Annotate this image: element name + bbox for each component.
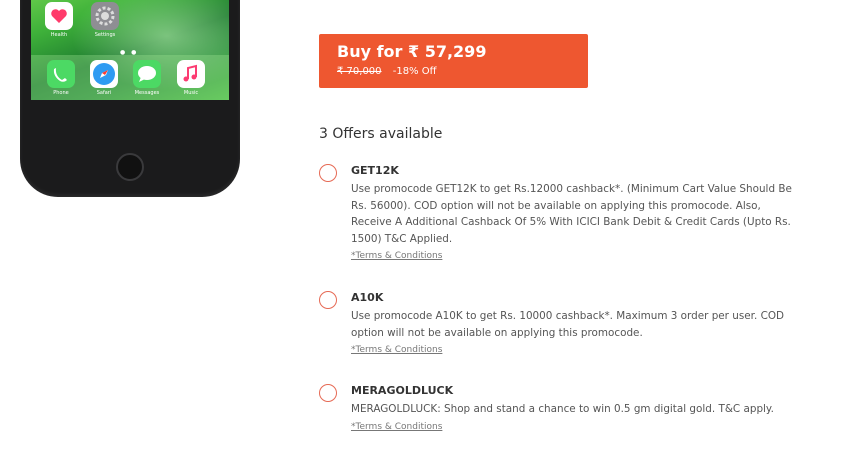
offer-description: MERAGOLDLUCK: Shop and stand a chance to…: [351, 403, 774, 415]
home-button-icon: [116, 153, 144, 181]
terms-link[interactable]: *Terms & Conditions: [351, 422, 442, 432]
offer-code: GET12K: [351, 164, 399, 177]
phone-icon: [47, 60, 75, 88]
heart-icon: [45, 2, 73, 30]
offer-code: A10K: [351, 291, 384, 304]
mrp-price: ₹ 70,000: [337, 66, 382, 77]
buy-price-label: Buy for ₹ 57,299: [337, 42, 487, 61]
offers-heading: 3 Offers available: [319, 126, 443, 142]
chat-bubble-icon: [133, 60, 161, 88]
offer-radio[interactable]: [319, 164, 337, 182]
app-label: Music: [183, 90, 199, 96]
offer-code: MERAGOLDLUCK: [351, 384, 454, 397]
app-label: Safari: [96, 90, 112, 96]
app-label: Phone: [53, 90, 69, 96]
app-label: Settings: [94, 32, 116, 38]
product-image: Health Settings ● ● Phone Safari Message…: [20, 0, 240, 197]
music-note-icon: [177, 60, 205, 88]
phone-dock: Phone Safari Messages Music: [31, 55, 229, 100]
buy-button[interactable]: Buy for ₹ 57,299 ₹ 70,000 -18% Off: [319, 34, 588, 88]
offer-description: Use promocode GET12K to get Rs.12000 cas…: [351, 183, 792, 245]
app-label: Health: [50, 32, 68, 38]
app-label: Messages: [134, 90, 160, 96]
phone-screen: Health Settings ● ● Phone Safari Message…: [31, 0, 229, 100]
gear-icon: [91, 2, 119, 30]
offer-radio[interactable]: [319, 384, 337, 402]
offer-description: Use promocode A10K to get Rs. 10000 cash…: [351, 310, 785, 339]
product-page: Health Settings ● ● Phone Safari Message…: [0, 0, 851, 450]
terms-link[interactable]: *Terms & Conditions: [351, 345, 442, 355]
compass-icon: [90, 60, 118, 88]
discount-badge: -18% Off: [392, 66, 437, 77]
offer-radio[interactable]: [319, 291, 337, 309]
buy-price-details: ₹ 70,000 -18% Off: [337, 66, 437, 77]
terms-link[interactable]: *Terms & Conditions: [351, 251, 442, 261]
